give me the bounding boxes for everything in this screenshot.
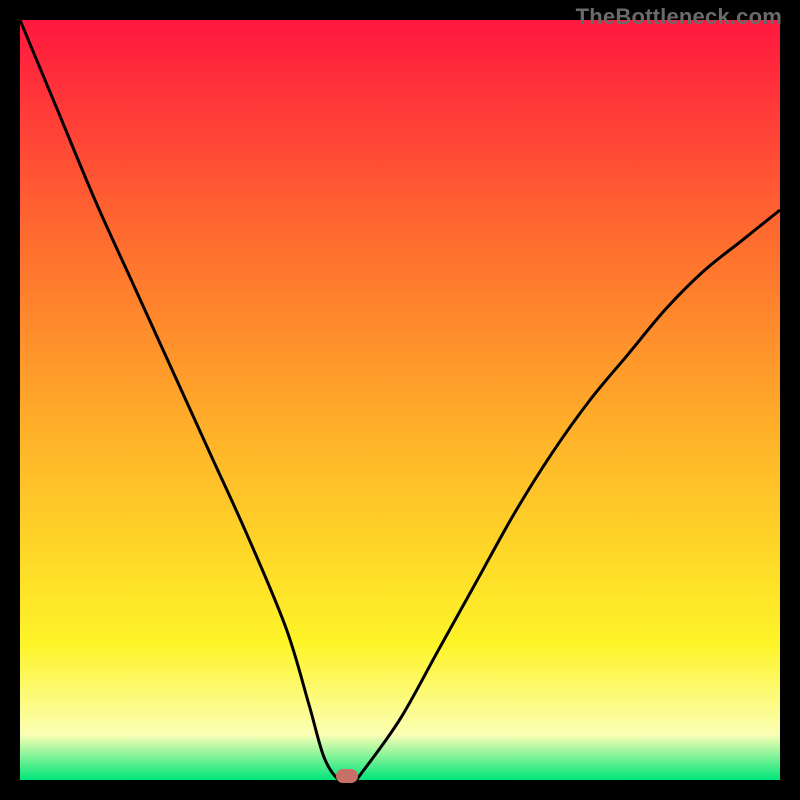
watermark-text: TheBottleneck.com	[576, 4, 782, 30]
gradient-background	[20, 20, 780, 780]
minimum-marker	[336, 769, 358, 783]
chart-frame: TheBottleneck.com	[0, 0, 800, 800]
chart-svg	[20, 20, 780, 780]
chart-plot-area	[20, 20, 780, 780]
